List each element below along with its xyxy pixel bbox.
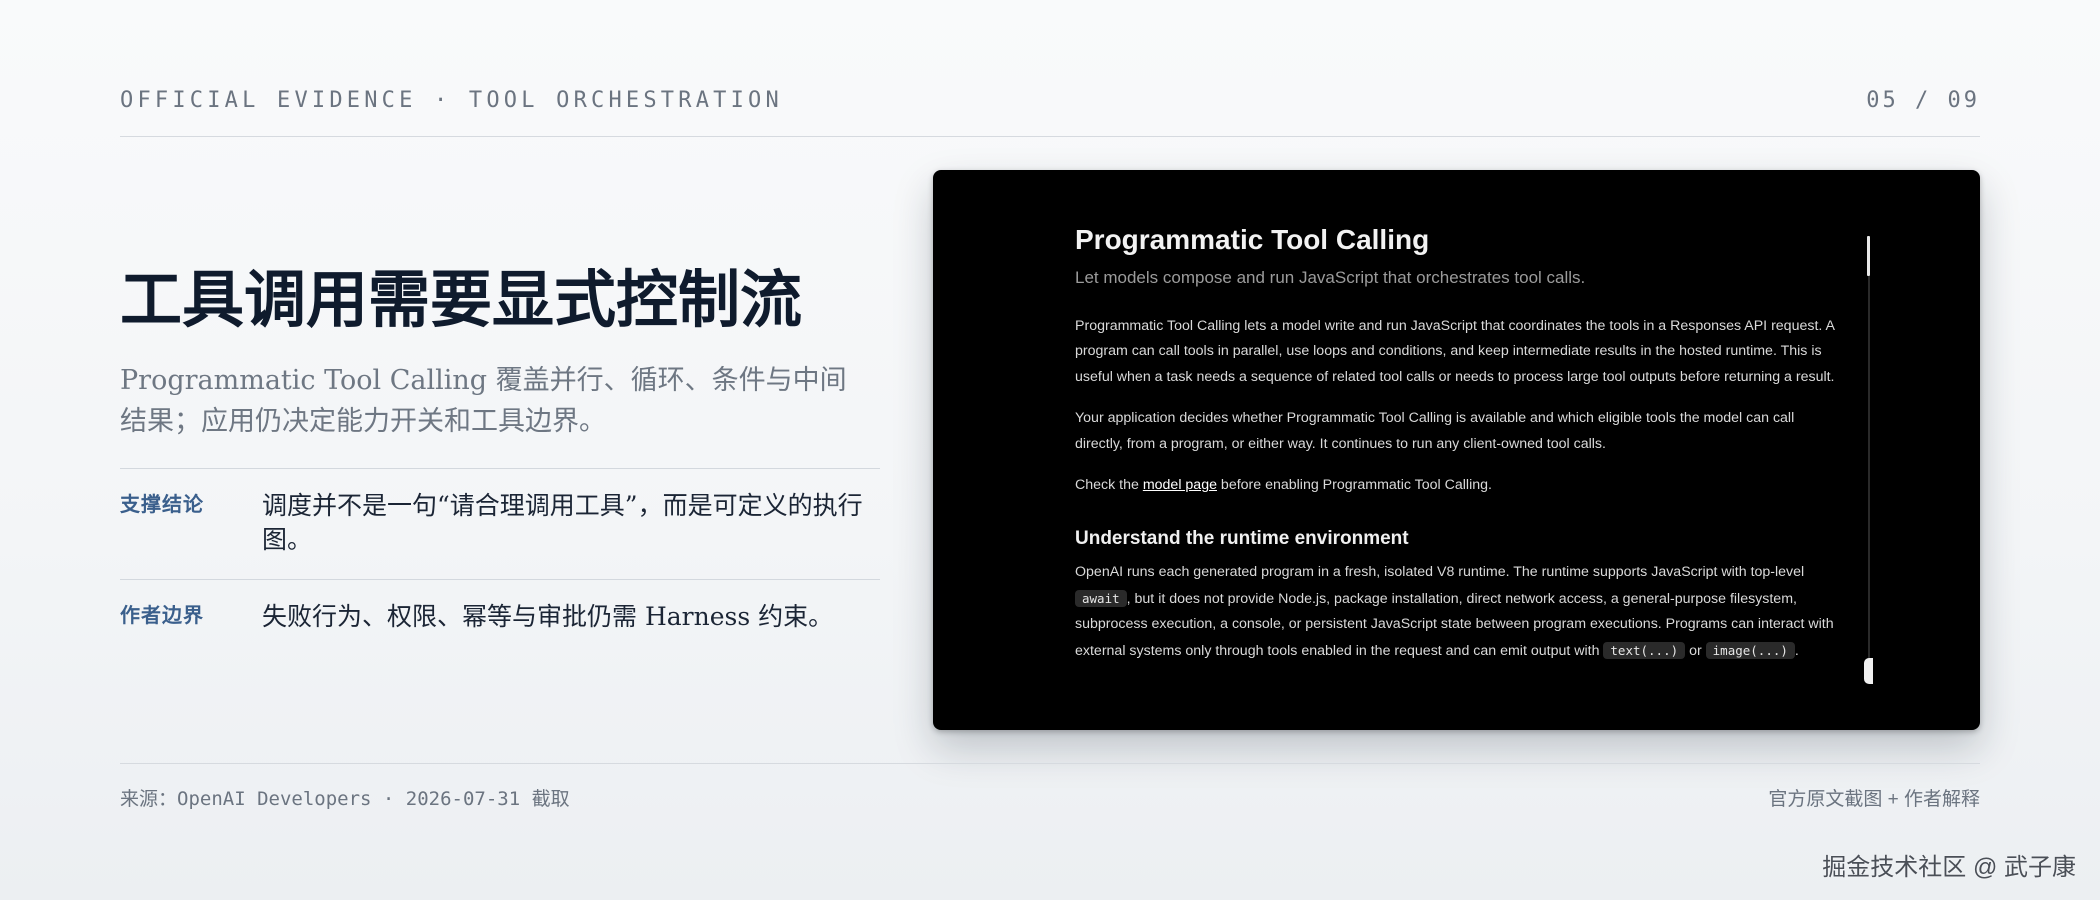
point-label: 支撑结论 (120, 494, 204, 516)
slide-footer: 来源：OpenAI Developers · 2026-07-31 截取 官方原… (120, 763, 1980, 824)
inline-code-await: await (1075, 589, 1127, 607)
doc-content: Programmatic Tool Calling Let models com… (1075, 222, 1835, 664)
point-label: 作者边界 (120, 605, 204, 627)
doc-subtitle: Let models compose and run JavaScript th… (1075, 268, 1586, 287)
doc-viewport: Programmatic Tool Calling Let models com… (1040, 196, 1873, 704)
page-counter: 05 / 09 (1866, 88, 1980, 113)
point-text: 调度并不是一句“请合理调用工具”，而是可定义的执行图。 (262, 491, 863, 554)
runtime-text-1: OpenAI runs each generated program in a … (1075, 564, 1805, 581)
source-value: OpenAI Developers · 2026-07-31 (177, 788, 532, 810)
doc-paragraph: Your application decides whether Program… (1075, 410, 1795, 452)
doc-paragraph: Programmatic Tool Calling lets a model w… (1075, 318, 1835, 385)
slide-title: 工具调用需要显式控制流 (120, 263, 803, 336)
slide-subtitle: Programmatic Tool Calling 覆盖并行、循环、条件与中间结… (120, 365, 847, 437)
footer-note: 官方原文截图 + 作者解释 (1768, 789, 1980, 810)
check-suffix: before enabling Programmatic Tool Callin… (1216, 477, 1492, 494)
doc-check-paragraph: Check the model page before enabling Pro… (1075, 473, 1835, 498)
source-citation: 来源：OpenAI Developers · 2026-07-31 截取 (120, 784, 570, 811)
inline-code-image: image(...) (1705, 641, 1795, 659)
runtime-or: or (1685, 642, 1706, 659)
source-suffix: 截取 (531, 788, 570, 810)
inline-code-text: text(...) (1603, 641, 1686, 659)
point-row-conclusion: 支撑结论 调度并不是一句“请合理调用工具”，而是可定义的执行图。 (120, 468, 880, 579)
doc-runtime-paragraph: OpenAI runs each generated program in a … (1075, 560, 1835, 664)
watermark: 掘金技术社区 @ 武子康 (1822, 854, 2076, 881)
doc-title: Programmatic Tool Calling (1075, 224, 1430, 255)
doc-section-heading: Understand the runtime environment (1075, 528, 1409, 550)
source-label: 来源： (120, 788, 178, 810)
point-text: 失败行为、权限、幂等与审批仍需 Harness 约束。 (262, 602, 834, 631)
scroll-indicator (1867, 236, 1870, 276)
scrollbar-track[interactable] (1868, 276, 1870, 676)
points-list: 支撑结论 调度并不是一句“请合理调用工具”，而是可定义的执行图。 作者边界 失败… (120, 468, 880, 656)
slide-header: OFFICIAL EVIDENCE · TOOL ORCHESTRATION 0… (120, 88, 1980, 137)
point-row-boundary: 作者边界 失败行为、权限、幂等与审批仍需 Harness 约束。 (120, 579, 880, 656)
runtime-end: . (1794, 642, 1799, 659)
model-page-link[interactable]: model page (1143, 477, 1217, 493)
left-column: 工具调用需要显式控制流 Programmatic Tool Calling 覆盖… (120, 262, 880, 656)
official-doc-screenshot: Programmatic Tool Calling Let models com… (933, 170, 1980, 730)
section-kicker: OFFICIAL EVIDENCE · TOOL ORCHESTRATION (120, 88, 783, 113)
scrollbar-thumb[interactable] (1864, 658, 1873, 684)
check-prefix: Check the (1075, 477, 1143, 494)
